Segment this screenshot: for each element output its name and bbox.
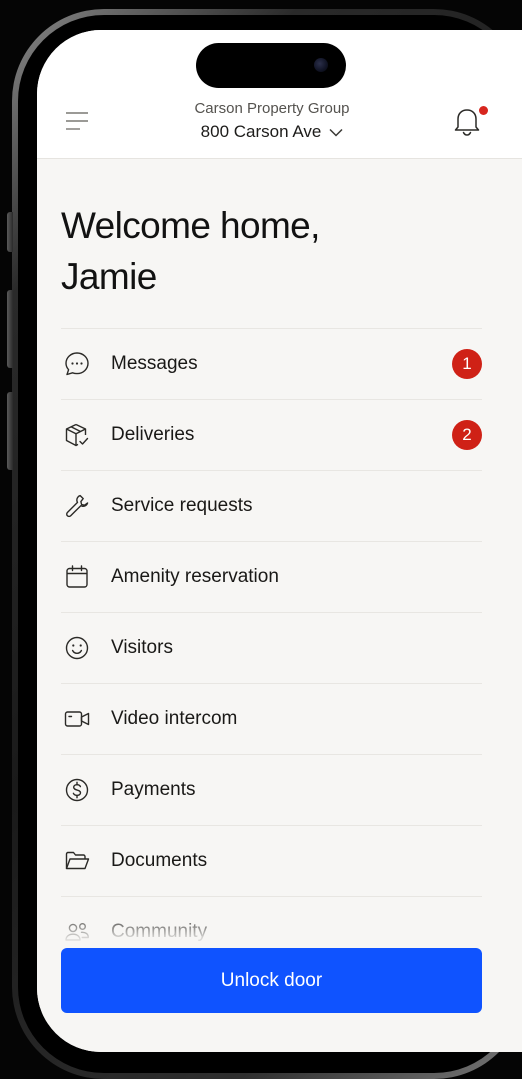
- menu-item-label: Deliveries: [111, 424, 195, 445]
- dynamic-island: [196, 43, 346, 88]
- menu-item-visitors[interactable]: Visitors: [61, 613, 482, 684]
- chevron-down-icon: [329, 128, 343, 137]
- dollar-circle-icon: [63, 776, 91, 804]
- smiley-icon: [63, 634, 91, 662]
- package-icon: [63, 421, 91, 449]
- calendar-icon: [63, 563, 91, 591]
- menu-item-amenity-reservation[interactable]: Amenity reservation: [61, 542, 482, 613]
- hamburger-menu-icon[interactable]: [65, 110, 89, 132]
- menu-item-video-intercom[interactable]: Video intercom: [61, 684, 482, 755]
- folder-icon: [63, 847, 91, 875]
- property-selector: Carson Property Group 800 Carson Ave: [137, 100, 407, 143]
- menu-item-label: Service requests: [111, 495, 253, 516]
- menu-item-label: Community: [111, 921, 208, 942]
- menu-item-label: Video intercom: [111, 708, 238, 729]
- address-label: 800 Carson Ave: [200, 122, 322, 141]
- menu-item-deliveries[interactable]: Deliveries 2: [61, 400, 482, 471]
- menu-item-label: Amenity reservation: [111, 566, 279, 587]
- messages-count-badge: 1: [452, 349, 482, 379]
- side-button-volume-down: [7, 392, 13, 470]
- camera-lens: [314, 58, 328, 72]
- video-camera-icon: [63, 705, 91, 733]
- company-name: Carson Property Group: [194, 100, 350, 117]
- welcome-heading: Welcome home, Jamie: [61, 200, 481, 302]
- notification-dot: [479, 106, 488, 115]
- menu-item-payments[interactable]: Payments: [61, 755, 482, 826]
- menu-item-service-requests[interactable]: Service requests: [61, 471, 482, 542]
- notifications-button[interactable]: [453, 104, 488, 138]
- deliveries-count-badge: 2: [452, 420, 482, 450]
- menu-item-label: Documents: [111, 850, 208, 871]
- address-dropdown[interactable]: 800 Carson Ave: [201, 121, 344, 143]
- app-screen: Carson Property Group 800 Carson Ave Wel…: [37, 30, 522, 1052]
- unlock-door-button[interactable]: Unlock door: [61, 948, 482, 1013]
- menu-item-label: Visitors: [111, 637, 173, 658]
- side-button-silent: [7, 212, 13, 252]
- welcome-name: Jamie: [61, 256, 157, 297]
- menu-item-label: Payments: [111, 779, 196, 800]
- welcome-line-1: Welcome home,: [61, 205, 320, 246]
- menu-item-messages[interactable]: Messages 1: [61, 329, 482, 400]
- wrench-icon: [63, 492, 91, 520]
- menu-item-label: Messages: [111, 353, 198, 374]
- side-button-volume-up: [7, 290, 13, 368]
- chat-bubble-icon: [63, 350, 91, 378]
- people-icon: [63, 918, 91, 946]
- feature-menu: Messages 1 Deliveries 2 Service requests…: [61, 328, 482, 968]
- menu-item-documents[interactable]: Documents: [61, 826, 482, 897]
